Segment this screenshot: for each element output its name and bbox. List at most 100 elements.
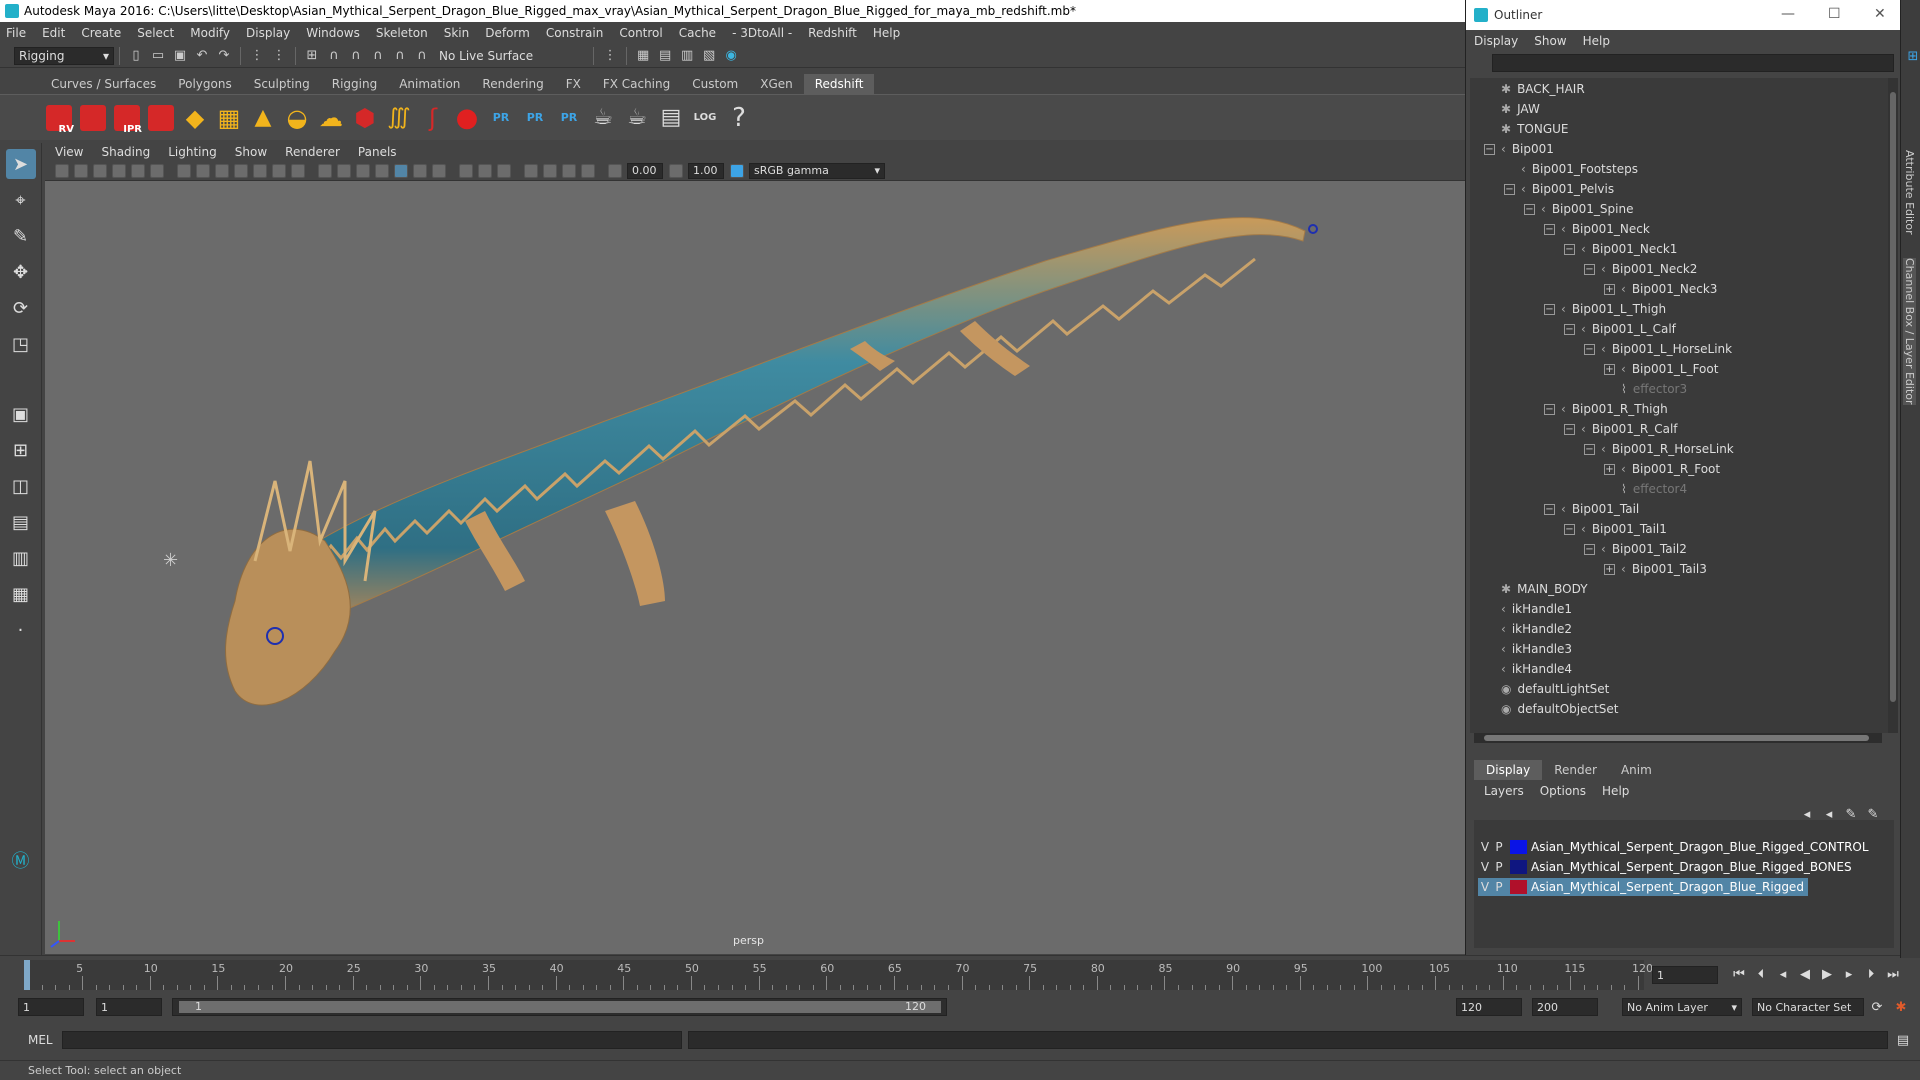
- collapse-icon[interactable]: −: [1564, 423, 1575, 435]
- collapse-icon[interactable]: −: [1564, 323, 1575, 335]
- layer-visibility-toggle[interactable]: V: [1478, 860, 1492, 874]
- camera-icon[interactable]: [55, 163, 69, 178]
- rs-render-settings-button[interactable]: [146, 101, 176, 135]
- layout-icon[interactable]: ▥: [6, 543, 36, 573]
- outliner-item[interactable]: − ‹ Bip001_Tail1: [1564, 520, 1667, 538]
- snap-curve-icon[interactable]: ∩: [325, 47, 343, 65]
- render-frame-icon[interactable]: ▤: [656, 47, 674, 65]
- lights-icon[interactable]: [413, 163, 427, 178]
- layer-visibility-toggle[interactable]: V: [1478, 840, 1492, 854]
- bookmark-icon[interactable]: [93, 163, 107, 178]
- shelf-tab-polygons[interactable]: Polygons: [167, 74, 242, 94]
- rs-log-button[interactable]: LOG: [690, 101, 720, 135]
- collapse-icon[interactable]: −: [1584, 543, 1595, 555]
- snap-surface-icon[interactable]: ∩: [391, 47, 409, 65]
- lasso-tool-icon[interactable]: ⌖: [6, 185, 36, 215]
- layer-playback-toggle[interactable]: P: [1492, 860, 1506, 874]
- isolate-icon[interactable]: [524, 163, 538, 178]
- maximize-icon[interactable]: ☐: [1828, 6, 1841, 22]
- aa-icon[interactable]: [497, 163, 511, 178]
- layer-tab-anim[interactable]: Anim: [1609, 760, 1664, 780]
- mel-label[interactable]: MEL: [28, 1033, 53, 1047]
- layer-row[interactable]: V P Asian_Mythical_Serpent_Dragon_Blue_Rig…: [1478, 858, 1856, 876]
- select-hierarchy-icon[interactable]: ⋮: [248, 47, 266, 65]
- outliner-item[interactable]: ‹ ikHandle3: [1484, 640, 1572, 658]
- shelf-tab-rendering[interactable]: Rendering: [471, 74, 554, 94]
- outliner-item[interactable]: − ‹ Bip001_Neck1: [1564, 240, 1677, 258]
- shelf-tab-animation[interactable]: Animation: [388, 74, 471, 94]
- vp-menu-lighting[interactable]: Lighting: [168, 145, 217, 159]
- layout3-icon[interactable]: ·: [6, 615, 36, 645]
- snap-live-icon[interactable]: ∩: [413, 47, 431, 65]
- shelf-tab-fx-caching[interactable]: FX Caching: [592, 74, 681, 94]
- exposure-icon[interactable]: [608, 163, 622, 178]
- safe-action-icon[interactable]: [272, 163, 286, 178]
- outliner-item[interactable]: + ‹ Bip001_Tail3: [1604, 560, 1707, 578]
- collapse-icon[interactable]: −: [1544, 503, 1555, 515]
- auto-key-icon[interactable]: ⟳: [1869, 999, 1885, 1015]
- menu-help[interactable]: Help: [873, 26, 900, 40]
- collapse-icon[interactable]: −: [1544, 303, 1555, 315]
- select-tool-icon[interactable]: ➤: [5, 149, 36, 179]
- menu-skin[interactable]: Skin: [444, 26, 470, 40]
- outliner-item[interactable]: ‹ ikHandle4: [1484, 660, 1572, 678]
- menu-select[interactable]: Select: [137, 26, 174, 40]
- menu-skeleton[interactable]: Skeleton: [376, 26, 428, 40]
- ao-icon[interactable]: [459, 163, 473, 178]
- gate-mask-icon[interactable]: [234, 163, 248, 178]
- layer-row[interactable]: V P Asian_Mythical_Serpent_Dragon_Blue_Rig…: [1478, 838, 1873, 856]
- rs-render-view-button[interactable]: RV: [44, 101, 74, 135]
- safe-title-icon[interactable]: [291, 163, 305, 178]
- wireframe-icon[interactable]: [318, 163, 332, 178]
- snap-view-icon[interactable]: ∩: [369, 47, 387, 65]
- outliner-item[interactable]: ‹ ikHandle1: [1484, 600, 1572, 618]
- rs-teapot-button[interactable]: ☕: [588, 101, 618, 135]
- outliner-item[interactable]: ◉ defaultObjectSet: [1484, 700, 1619, 718]
- toggle-panel-icon[interactable]: ⊞: [1905, 48, 1920, 64]
- menu-edit[interactable]: Edit: [42, 26, 65, 40]
- play-forward-icon[interactable]: ▶: [1819, 966, 1835, 982]
- outliner-item[interactable]: + ‹ Bip001_Neck3: [1604, 280, 1717, 298]
- outliner-item[interactable]: − ‹ Bip001_R_Calf: [1564, 420, 1678, 438]
- outliner-item[interactable]: − ‹ Bip001: [1484, 140, 1554, 158]
- gamma-icon[interactable]: [669, 163, 683, 178]
- rs-snapshot-button[interactable]: [78, 101, 108, 135]
- menu-file[interactable]: File: [6, 26, 26, 40]
- menu-create[interactable]: Create: [81, 26, 121, 40]
- outliner-item[interactable]: − ‹ Bip001_L_Calf: [1564, 320, 1676, 338]
- outliner-item[interactable]: ✱ BACK_HAIR: [1484, 80, 1585, 98]
- rs-pr-transfer-button[interactable]: PR: [554, 101, 584, 135]
- outliner-search-input[interactable]: [1492, 54, 1894, 72]
- close-icon[interactable]: ✕: [1874, 6, 1886, 22]
- outliner-item[interactable]: ✱ MAIN_BODY: [1484, 580, 1588, 598]
- live-surface-label[interactable]: No Live Surface: [439, 49, 533, 63]
- time-cursor[interactable]: [24, 960, 30, 990]
- camera-attr-icon[interactable]: [74, 163, 88, 178]
- outliner-item[interactable]: − ‹ Bip001_R_Thigh: [1544, 400, 1668, 418]
- two-view-icon[interactable]: ◫: [6, 471, 36, 501]
- layer-menu-help[interactable]: Help: [1602, 784, 1629, 798]
- rs-pr-export-button[interactable]: PR: [520, 101, 550, 135]
- perspective-viewport[interactable]: ✳ persp: [45, 181, 1465, 954]
- layer-color-swatch[interactable]: [1510, 840, 1527, 854]
- menu-windows[interactable]: Windows: [306, 26, 360, 40]
- preferences-icon[interactable]: ✱: [1893, 999, 1909, 1015]
- outliner-item[interactable]: + ‹ Bip001_R_Foot: [1604, 460, 1720, 478]
- menu-deform[interactable]: Deform: [485, 26, 530, 40]
- menu-modify[interactable]: Modify: [190, 26, 230, 40]
- outliner-item[interactable]: ✱ JAW: [1484, 100, 1540, 118]
- motion-blur-icon[interactable]: [478, 163, 492, 178]
- step-forward-key-icon[interactable]: ⏵: [1863, 966, 1879, 982]
- grid-toggle-icon[interactable]: [177, 163, 191, 178]
- ipr-render-icon[interactable]: ▥: [678, 47, 696, 65]
- channel-box-tab[interactable]: Channel Box / Layer Editor: [1903, 258, 1916, 405]
- layer-menu-layers[interactable]: Layers: [1484, 784, 1524, 798]
- rs-sun-button[interactable]: ☁: [316, 101, 346, 135]
- outliner-item[interactable]: + ‹ Bip001_L_Foot: [1604, 360, 1718, 378]
- shadows-icon[interactable]: [432, 163, 446, 178]
- step-back-frame-icon[interactable]: ◂: [1775, 966, 1791, 982]
- default-material-icon[interactable]: [356, 163, 370, 178]
- colorspace-dropdown[interactable]: sRGB gamma ▾: [749, 162, 885, 179]
- outliner-item[interactable]: ⌇ effector3: [1604, 380, 1687, 398]
- menu-display[interactable]: Display: [246, 26, 290, 40]
